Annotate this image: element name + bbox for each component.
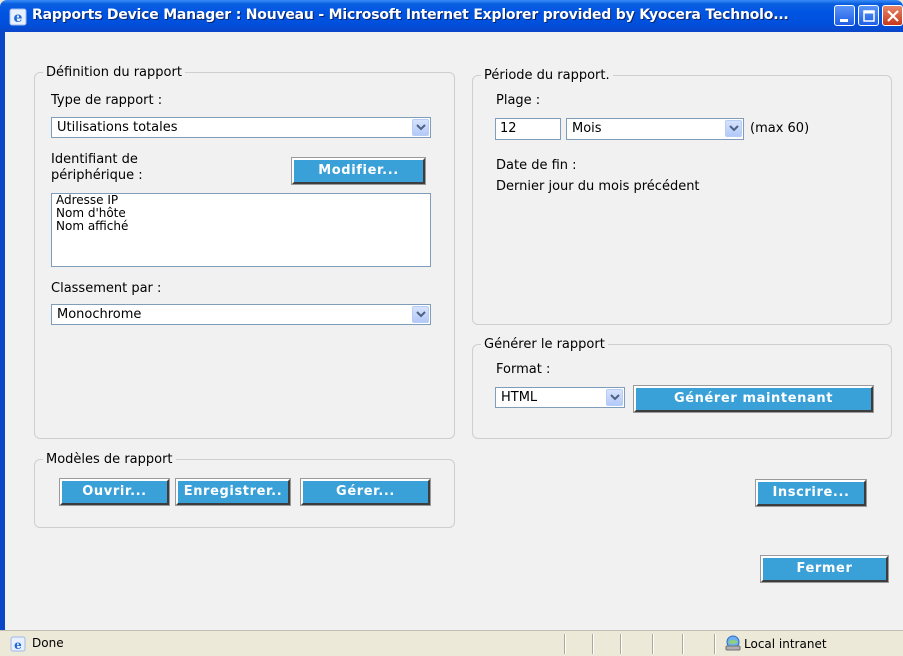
report-type-select[interactable]: Utilisations totales	[51, 117, 431, 138]
manage-templates-button[interactable]: Gérer...	[300, 478, 431, 506]
report-definition-legend: Définition du rapport	[46, 65, 182, 80]
end-date-label: Date de fin :	[496, 158, 577, 173]
chevron-down-icon[interactable]	[606, 389, 623, 406]
register-button[interactable]: Inscrire...	[755, 479, 867, 507]
status-divider	[620, 634, 622, 654]
range-label: Plage :	[496, 93, 541, 108]
sort-by-select[interactable]: Monochrome	[51, 304, 431, 325]
report-templates-legend: Modèles de rapport	[46, 452, 173, 467]
svg-text:e: e	[14, 638, 22, 652]
modify-button[interactable]: Modifier...	[291, 157, 426, 185]
sort-by-value: Monochrome	[57, 307, 142, 322]
range-value: 12	[500, 121, 517, 136]
minimize-button[interactable]	[834, 5, 855, 26]
list-item[interactable]: Nom affiché	[52, 220, 430, 233]
generate-report-legend: Générer le rapport	[484, 337, 605, 352]
close-button[interactable]: Fermer	[760, 555, 889, 583]
range-unit-value: Mois	[572, 121, 602, 136]
status-divider	[714, 634, 716, 654]
device-id-label-line1: Identifiant de	[51, 152, 138, 167]
status-bar: e Done Local intranet	[0, 630, 903, 656]
ie-page-icon: e	[10, 636, 26, 652]
local-intranet-icon	[725, 635, 741, 651]
chevron-down-icon[interactable]	[412, 119, 429, 136]
range-max-note: (max 60)	[750, 121, 810, 136]
generate-now-button[interactable]: Générer maintenant	[633, 385, 874, 413]
chevron-down-icon[interactable]	[412, 306, 429, 323]
report-type-value: Utilisations totales	[57, 120, 178, 135]
save-template-button[interactable]: Enregistrer..	[175, 478, 291, 506]
status-text: Done	[32, 636, 64, 650]
report-period-legend: Période du rapport.	[484, 68, 610, 83]
internet-explorer-icon: e	[9, 8, 27, 26]
format-label: Format :	[496, 362, 551, 377]
range-input[interactable]: 12	[495, 118, 561, 140]
maximize-icon	[863, 10, 875, 22]
close-icon	[887, 10, 899, 22]
dialog-content: Définition du rapport Type de rapport : …	[5, 32, 903, 630]
status-divider	[682, 634, 684, 654]
format-select[interactable]: HTML	[495, 387, 625, 408]
open-template-button[interactable]: Ouvrir...	[59, 478, 170, 506]
device-id-label-line2: périphérique :	[51, 168, 143, 183]
sort-by-label: Classement par :	[51, 281, 162, 296]
status-divider	[652, 634, 654, 654]
status-divider	[592, 634, 594, 654]
minimize-icon	[840, 19, 848, 22]
format-value: HTML	[501, 390, 538, 405]
chevron-down-icon[interactable]	[725, 120, 742, 137]
device-id-listbox[interactable]: Adresse IP Nom d'hôte Nom affiché	[51, 193, 431, 267]
close-window-button[interactable]	[882, 5, 903, 26]
security-zone-text: Local intranet	[744, 637, 827, 651]
range-unit-select[interactable]: Mois	[566, 118, 744, 140]
report-type-label: Type de rapport :	[51, 93, 163, 108]
svg-text:e: e	[14, 10, 23, 26]
end-date-value: Dernier jour du mois précédent	[496, 179, 700, 194]
window-titlebar: e Rapports Device Manager : Nouveau - Mi…	[0, 0, 903, 32]
maximize-button[interactable]	[858, 5, 879, 26]
window-title: Rapports Device Manager : Nouveau - Micr…	[32, 7, 789, 23]
status-divider	[564, 634, 566, 654]
